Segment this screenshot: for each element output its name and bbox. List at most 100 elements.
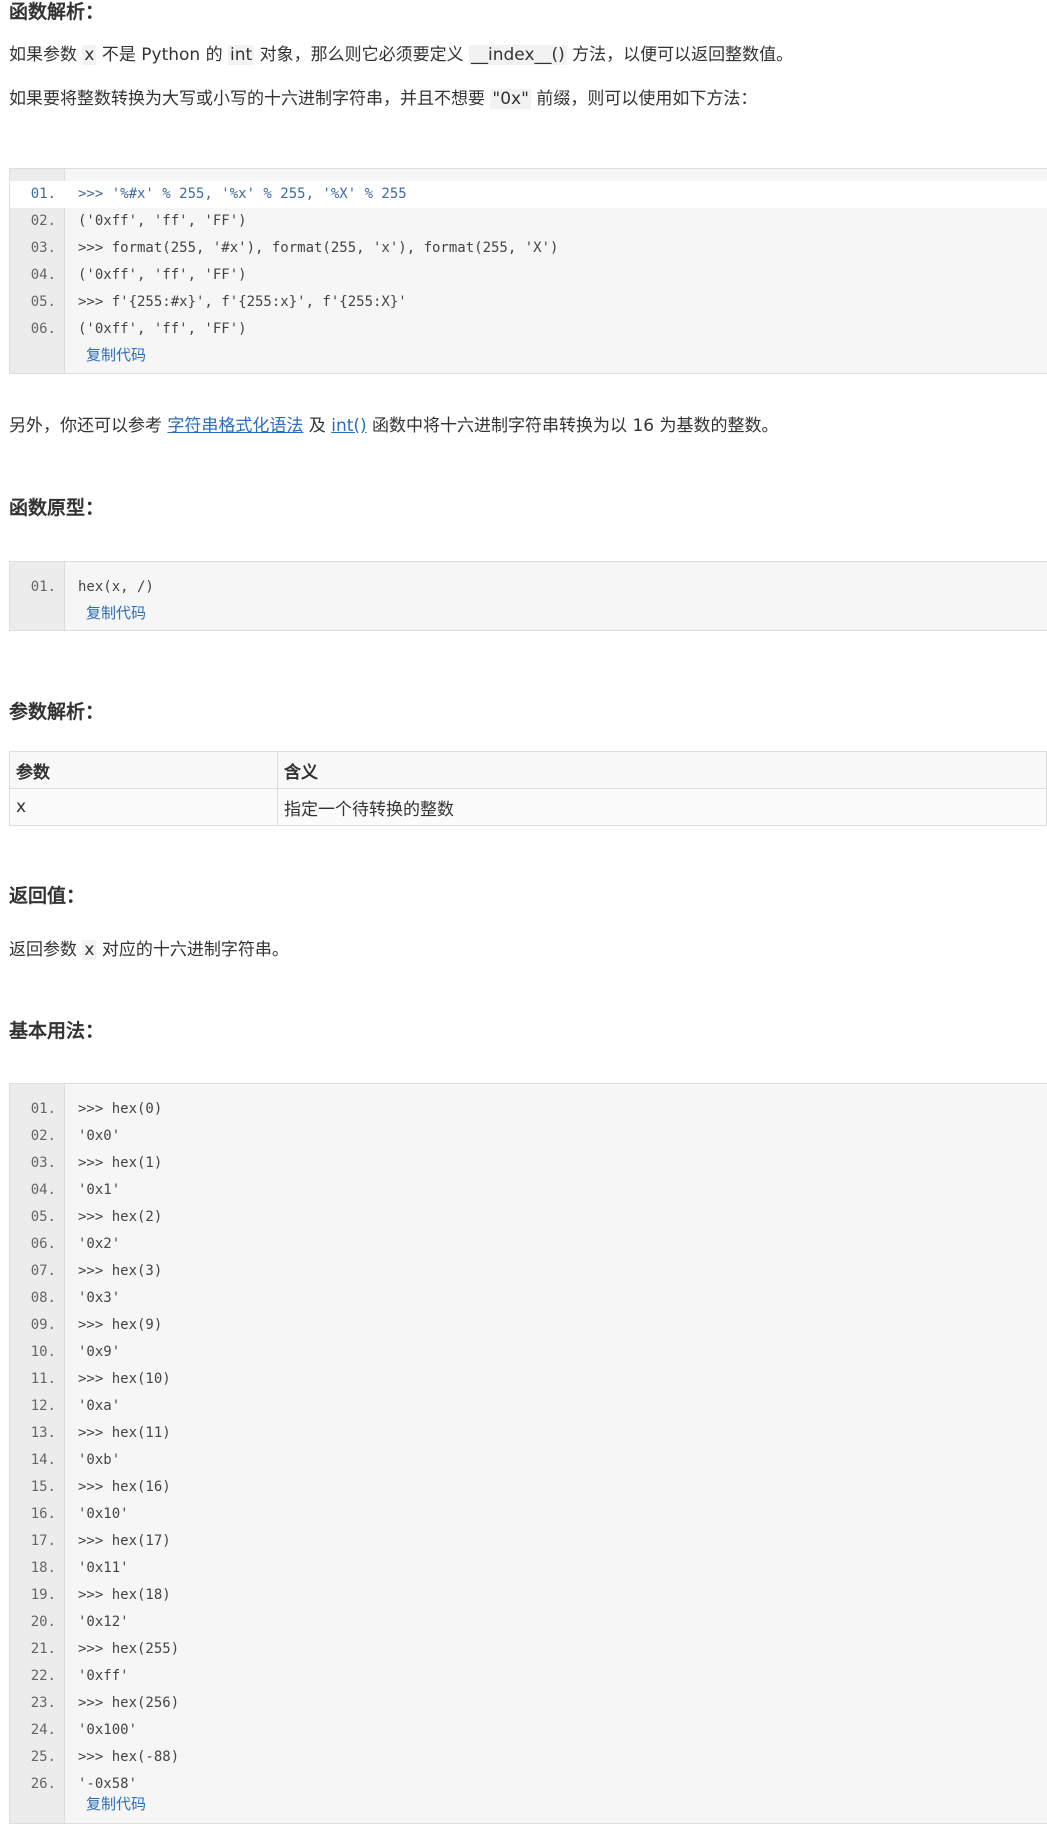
inline-code-index: __index__()	[469, 45, 567, 65]
code-line: 10. '0x9'	[10, 1339, 1047, 1366]
line-number: 24.	[30, 1722, 56, 1738]
code-text: >>> hex(16)	[78, 1479, 171, 1495]
code-line: 24. '0x100'	[10, 1717, 1047, 1744]
text: 返回参数	[9, 940, 83, 960]
code-text: '0x11'	[78, 1560, 129, 1576]
table-row: x 指定一个待转换的整数	[9, 788, 1047, 826]
copy-code-button[interactable]: 复制代码	[86, 345, 146, 365]
line-number: 06.	[30, 321, 56, 337]
code-line: 01. >>> '%#x' % 255, '%x' % 255, '%X' % 2…	[10, 181, 1047, 208]
line-number: 01.	[30, 579, 56, 595]
code-line: 02. ('0xff', 'ff', 'FF')	[10, 208, 1047, 235]
code-text: '0xa'	[78, 1398, 121, 1414]
line-number: 13.	[30, 1425, 56, 1441]
code-block-usage: 01. >>> hex(0) 02. '0x0' 03. >>> hex(1) 04. '0x…	[9, 1083, 1047, 1824]
code-line: 14. '0xb'	[10, 1447, 1047, 1474]
line-number: 25.	[30, 1749, 56, 1765]
code-text: '0xff'	[78, 1668, 129, 1684]
code-text: >>> hex(10)	[78, 1371, 171, 1387]
line-number: 18.	[30, 1560, 56, 1576]
code-line: 04. '0x1'	[10, 1177, 1047, 1204]
code-line: 15. >>> hex(16)	[10, 1474, 1047, 1501]
code-text: '0x0'	[78, 1128, 121, 1144]
paragraph-prefix-note: 如果要将整数转换为大写或小写的十六进制字符串，并且不想要 "0x" 前缀，则可以…	[9, 87, 1039, 111]
code-line: 08. '0x3'	[10, 1285, 1047, 1312]
code-lines: 01. >>> hex(0) 02. '0x0' 03. >>> hex(1) 04. '0x…	[10, 1096, 1047, 1798]
code-text: >>> hex(17)	[78, 1533, 171, 1549]
code-line: 11. >>> hex(10)	[10, 1366, 1047, 1393]
line-number: 19.	[30, 1587, 56, 1603]
code-line: 03. >>> format(255, '#x'), format(255, 'x…	[10, 235, 1047, 262]
table-header-param: 参数	[9, 751, 278, 789]
code-line: 02. '0x0'	[10, 1123, 1047, 1150]
code-text: >>> f'{255:#x}', f'{255:x}', f'{255:X}'	[78, 294, 407, 310]
section-title-prototype: 函数原型：	[9, 497, 105, 519]
line-number: 03.	[30, 240, 56, 256]
line-number: 23.	[30, 1695, 56, 1711]
code-text: '0xb'	[78, 1452, 121, 1468]
params-table: 参数 含义 x 指定一个待转换的整数	[9, 751, 1047, 826]
line-number: 20.	[30, 1614, 56, 1630]
code-line: 17. >>> hex(17)	[10, 1528, 1047, 1555]
copy-code-button[interactable]: 复制代码	[86, 1794, 146, 1814]
code-text: '0x2'	[78, 1236, 121, 1252]
code-line: 21. >>> hex(255)	[10, 1636, 1047, 1663]
table-cell-param: x	[9, 788, 278, 826]
line-number: 02.	[30, 1128, 56, 1144]
code-lines: 01. >>> '%#x' % 255, '%x' % 255, '%X' % 2…	[10, 181, 1047, 343]
text: 如果参数	[9, 45, 83, 65]
copy-code-button[interactable]: 复制代码	[86, 603, 146, 623]
inline-code-x: x	[82, 940, 97, 960]
code-line: 06. '0x2'	[10, 1231, 1047, 1258]
code-text: >>> hex(2)	[78, 1209, 163, 1225]
line-number: 01.	[30, 1101, 56, 1117]
text: 前缀，则可以使用如下方法：	[530, 89, 758, 109]
inline-code-int: int	[228, 45, 255, 65]
code-line: 22. '0xff'	[10, 1663, 1047, 1690]
page: 函数解析： 如果参数 x 不是 Python 的 int 对象，那么则它必须要定…	[0, 0, 1047, 1846]
text: 及	[303, 416, 332, 436]
code-line: 13. >>> hex(11)	[10, 1420, 1047, 1447]
line-number: 05.	[30, 294, 56, 310]
code-line: 07. >>> hex(3)	[10, 1258, 1047, 1285]
line-number: 21.	[30, 1641, 56, 1657]
text: 另外，你还可以参考	[9, 416, 168, 436]
text: 对应的十六进制字符串。	[96, 940, 289, 960]
code-text: ('0xff', 'ff', 'FF')	[78, 321, 247, 337]
code-text: >>> hex(-88)	[78, 1749, 180, 1765]
section-title-analysis: 函数解析：	[9, 1, 105, 23]
paragraph-see-also: 另外，你还可以参考 字符串格式化语法 及 int() 函数中将十六进制字符串转换…	[9, 414, 1039, 438]
paragraph-index-note: 如果参数 x 不是 Python 的 int 对象，那么则它必须要定义 __in…	[9, 43, 1039, 67]
code-line: 06. ('0xff', 'ff', 'FF')	[10, 316, 1047, 343]
line-number: 07.	[30, 1263, 56, 1279]
code-line: 04. ('0xff', 'ff', 'FF')	[10, 262, 1047, 289]
code-text: >>> hex(9)	[78, 1317, 163, 1333]
code-text: hex(x, /)	[78, 579, 154, 595]
line-number: 02.	[30, 213, 56, 229]
code-text: >>> hex(1)	[78, 1155, 163, 1171]
code-text: '0x100'	[78, 1722, 138, 1738]
code-line: 12. '0xa'	[10, 1393, 1047, 1420]
code-line: 16. '0x10'	[10, 1501, 1047, 1528]
line-number: 03.	[30, 1155, 56, 1171]
line-number: 16.	[30, 1506, 56, 1522]
code-text: '0x3'	[78, 1290, 121, 1306]
line-number: 09.	[30, 1317, 56, 1333]
inline-code-x: x	[82, 45, 97, 65]
link-format-syntax[interactable]: 字符串格式化语法	[167, 416, 303, 436]
line-number: 04.	[30, 1182, 56, 1198]
code-text: >>> hex(18)	[78, 1587, 171, 1603]
code-text: ('0xff', 'ff', 'FF')	[78, 267, 247, 283]
code-line: 03. >>> hex(1)	[10, 1150, 1047, 1177]
text: 方法，以便可以返回整数值。	[566, 45, 794, 65]
section-title-return: 返回值：	[9, 885, 86, 907]
code-text: >>> hex(255)	[78, 1641, 180, 1657]
code-line: 01. hex(x, /)	[10, 574, 1047, 601]
table-header-meaning: 含义	[277, 751, 1047, 789]
code-line: 01. >>> hex(0)	[10, 1096, 1047, 1123]
link-int-function[interactable]: int()	[331, 416, 366, 436]
section-title-params: 参数解析：	[9, 701, 105, 723]
code-text: '0x1'	[78, 1182, 121, 1198]
code-line: 19. >>> hex(18)	[10, 1582, 1047, 1609]
line-number: 12.	[30, 1398, 56, 1414]
